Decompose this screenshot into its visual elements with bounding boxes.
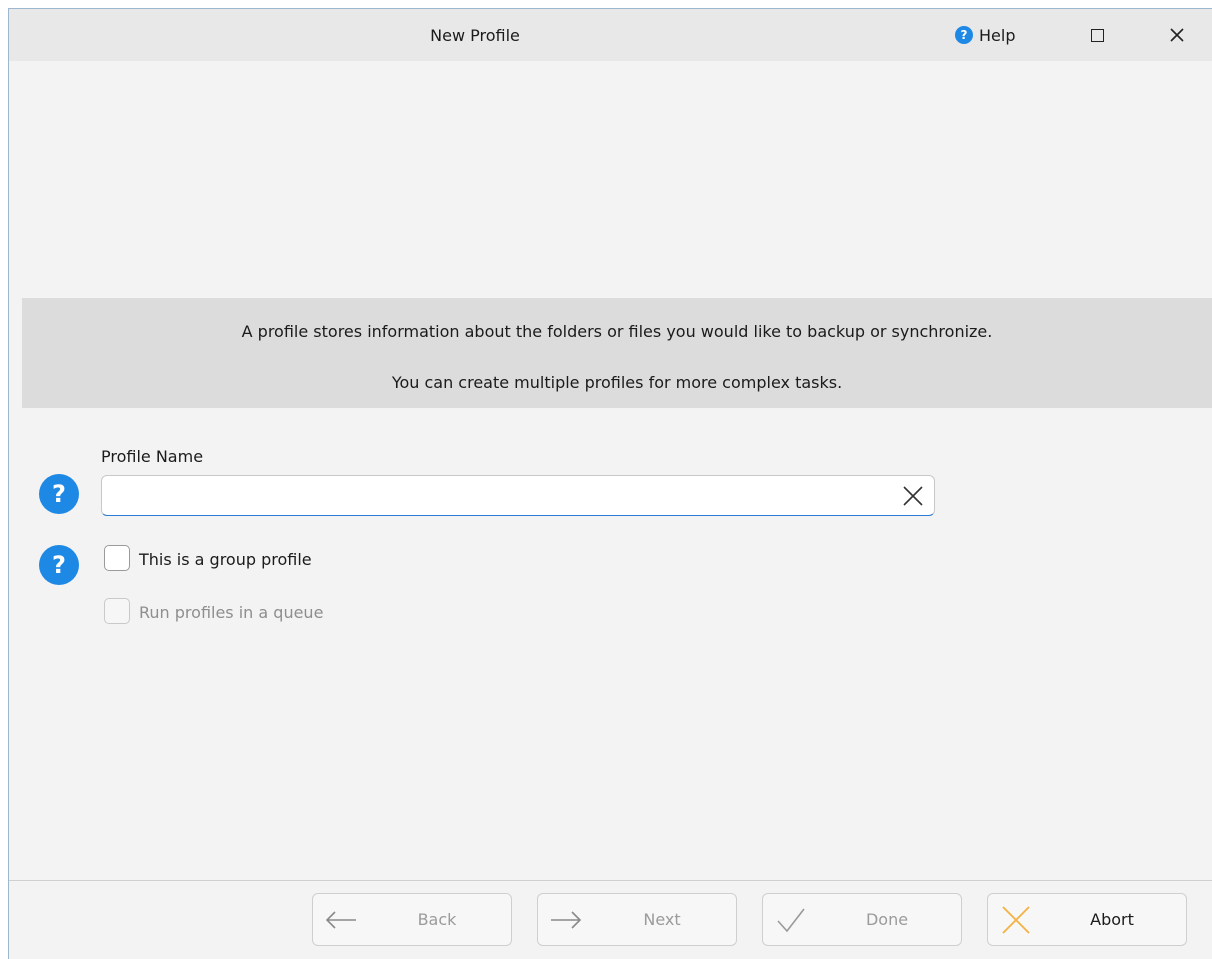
info-text-line-1: A profile stores information about the f…: [241, 322, 993, 341]
checkmark-icon: [773, 904, 809, 936]
title-bar: New Profile ? Help: [9, 9, 1212, 61]
profile-name-field[interactable]: [101, 475, 935, 517]
queue-checkbox: [104, 598, 130, 624]
close-button[interactable]: [1157, 17, 1197, 53]
close-icon: [1170, 28, 1184, 42]
arrow-left-icon: [323, 904, 359, 936]
help-button-label: Help: [979, 25, 1016, 45]
abort-button-label: Abort: [1090, 910, 1134, 929]
clear-icon: [903, 486, 923, 506]
abort-x-icon: [998, 904, 1034, 936]
abort-button[interactable]: Abort: [987, 893, 1187, 946]
group-profile-help-icon[interactable]: ?: [39, 545, 79, 585]
info-text-line-2: You can create multiple profiles for mor…: [391, 373, 843, 392]
clear-button[interactable]: [900, 483, 926, 509]
group-profile-label[interactable]: This is a group profile: [139, 550, 312, 569]
footer-divider: [9, 880, 1212, 881]
help-button[interactable]: ? Help: [955, 22, 1015, 48]
queue-label: Run profiles in a queue: [139, 603, 324, 622]
profile-name-label: Profile Name: [101, 447, 204, 466]
new-profile-dialog: New Profile ? Help A profile stores info…: [8, 8, 1212, 959]
info-banner: A profile stores information about the f…: [22, 298, 1212, 408]
done-button-label: Done: [865, 910, 909, 929]
maximize-icon: [1090, 28, 1104, 42]
window-title: New Profile: [430, 26, 520, 45]
arrow-right-icon: [548, 904, 584, 936]
done-button[interactable]: Done: [762, 893, 962, 946]
profile-name-help-icon[interactable]: ?: [39, 474, 79, 514]
back-button[interactable]: Back: [312, 893, 512, 946]
back-button-label: Back: [417, 910, 457, 929]
group-profile-checkbox[interactable]: [104, 545, 130, 571]
next-button-label: Next: [643, 910, 681, 929]
maximize-button[interactable]: [1077, 17, 1117, 53]
help-icon: ?: [955, 26, 973, 44]
profile-name-input[interactable]: [110, 476, 884, 517]
next-button[interactable]: Next: [537, 893, 737, 946]
